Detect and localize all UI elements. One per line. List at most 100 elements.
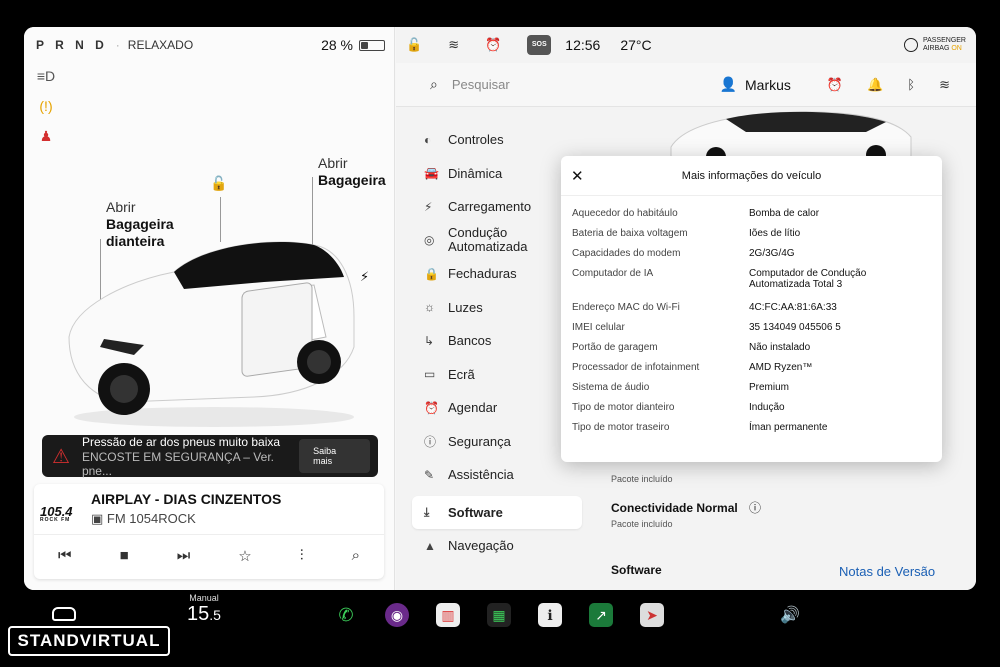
search-input[interactable]: Pesquisar bbox=[452, 77, 510, 92]
open-frunk-top: Abrir bbox=[106, 199, 136, 215]
info-row: Computador de IA Computador de Condução A… bbox=[572, 268, 929, 302]
open-trunk-top: Abrir bbox=[318, 155, 348, 171]
info-value: Íman permanente bbox=[749, 422, 828, 433]
car-controls-icon[interactable] bbox=[52, 607, 76, 621]
notification-bell-icon[interactable]: 🔔 bbox=[867, 77, 883, 93]
menu-item-label: Dinâmica bbox=[448, 165, 503, 181]
connectivity-label: Conectividade Normal bbox=[611, 501, 738, 515]
tire-pressure-warning-icon[interactable]: (!) bbox=[36, 97, 56, 115]
vehicle-info-table: Aquecedor do habitáulo Bomba de calor Bate… bbox=[572, 208, 929, 442]
header-alarm-icon[interactable]: ⏰ bbox=[827, 77, 843, 93]
lock-status-icon[interactable]: 🔓 bbox=[406, 37, 422, 53]
status-bar: 🔓 ≋ ⏰ SOS 12:56 27°C PASSENGER AIRBAG ON bbox=[396, 27, 976, 63]
vehicle-info-rows: Aquecedor do habitáulo Bomba de calor Bate… bbox=[572, 208, 929, 442]
media-title: AIRPLAY - DIAS CINZENTOS bbox=[91, 491, 282, 507]
package-included-1: Pacote incluído bbox=[611, 474, 673, 484]
user-profile[interactable]: 👤 Markus bbox=[720, 76, 791, 93]
download-icon: ⤓ bbox=[424, 504, 430, 519]
alarm-icon: ⏰ bbox=[424, 400, 439, 415]
menu-item-label: Fechaduras bbox=[448, 266, 517, 282]
volume-icon[interactable]: 🔊 bbox=[780, 605, 800, 625]
menu-item-label: Bancos bbox=[448, 333, 492, 349]
stocks-icon[interactable]: ↗ bbox=[589, 603, 613, 627]
menu-item-fechaduras[interactable]: 🔒 Fechaduras bbox=[412, 257, 582, 291]
sos-button[interactable]: SOS bbox=[527, 35, 552, 55]
menu-item-assist-ncia[interactable]: ✎ Assistência bbox=[412, 458, 582, 492]
info-key: Capacidades do modem bbox=[572, 248, 681, 259]
signal-icon[interactable]: ≋ bbox=[939, 77, 950, 93]
phone-icon[interactable]: ✆ bbox=[334, 603, 358, 627]
standvirtual-watermark: STANDVIRTUAL bbox=[8, 626, 170, 656]
info-row: Aquecedor do habitáulo Bomba de calor bbox=[572, 208, 929, 228]
menu-item-luzes[interactable]: ☼ Luzes bbox=[412, 291, 582, 325]
previous-track-icon[interactable]: ⏮ bbox=[58, 547, 72, 564]
stop-icon[interactable]: ■ bbox=[120, 547, 129, 564]
alarm-icon[interactable]: ⏰ bbox=[485, 37, 501, 53]
next-track-icon[interactable]: ⏭ bbox=[177, 547, 191, 564]
menu-item-carregamento[interactable]: ⚡ Carregamento bbox=[412, 190, 582, 224]
climate-display[interactable]: Manual 15.5 bbox=[187, 593, 221, 626]
separator-dot: · bbox=[115, 38, 120, 52]
menu-item-agendar[interactable]: ⏰ Agendar bbox=[412, 391, 582, 425]
menu-item-seguran-a[interactable]: ⓘ Segurança bbox=[412, 425, 582, 459]
menu-item-navega-o[interactable]: ▲ Navegação bbox=[412, 529, 582, 563]
menu-item-condu-o-automatizada[interactable]: ◎ Condução Automatizada bbox=[412, 224, 582, 258]
info-icon[interactable]: ⓘ bbox=[749, 501, 761, 515]
climate-value: 15.5 bbox=[187, 603, 221, 626]
search-icon[interactable]: ⌕ bbox=[430, 76, 438, 93]
indicator-icons: ≡D (!) ♟ bbox=[36, 67, 56, 145]
open-trunk-callout[interactable]: Abrir Bagageira bbox=[318, 155, 386, 189]
release-notes-link[interactable]: Notas de Versão bbox=[839, 564, 935, 579]
media-apps-icon[interactable]: ▦ bbox=[487, 603, 511, 627]
media-controls: ⏮ ■ ⏭ ☆ ⫶ ⌕ bbox=[34, 534, 384, 576]
dialog-title: Mais informações do veículo bbox=[681, 169, 822, 182]
alert-text: Pressão de ar dos pneus muito baixa ENCO… bbox=[82, 435, 299, 478]
close-icon[interactable]: ✕ bbox=[571, 167, 584, 185]
menu-item-bancos[interactable]: ↳ Bancos bbox=[412, 324, 582, 358]
info-row: Processador de infotainment AMD Ryzen™ bbox=[572, 362, 929, 382]
camera-icon[interactable]: ◉ bbox=[385, 603, 409, 627]
menu-item-software[interactable]: ⤓ Software bbox=[412, 495, 582, 529]
menu-item-label: Software bbox=[448, 504, 503, 520]
manual-icon[interactable]: ℹ bbox=[538, 603, 562, 627]
menu-item-label: Ecrã bbox=[448, 366, 475, 382]
unlock-icon[interactable]: 🔓 bbox=[210, 175, 227, 192]
learn-more-button[interactable]: Saiba mais bbox=[299, 439, 370, 473]
info-key: Aquecedor do habitáulo bbox=[572, 208, 678, 219]
seatbelt-warning-icon: ♟ bbox=[39, 128, 53, 144]
alert-title: Pressão de ar dos pneus muito baixa bbox=[81, 434, 281, 449]
gear-indicator[interactable]: P R N D bbox=[36, 38, 108, 52]
menu-item-din-mica[interactable]: 🚘 Dinâmica bbox=[412, 157, 582, 191]
info-key: Portão de garagem bbox=[572, 342, 658, 353]
media-station: ▣ FM 1054ROCK bbox=[91, 511, 196, 527]
warning-triangle-icon: ⚠ bbox=[52, 445, 70, 468]
menu-item-ecr-[interactable]: ▭ Ecrã bbox=[412, 358, 582, 392]
climate-mode-label: Manual bbox=[189, 593, 219, 603]
favorite-star-icon[interactable]: ☆ bbox=[238, 547, 251, 565]
drive-mode: RELAXADO bbox=[127, 38, 194, 52]
menu-item-controles[interactable]: ◐ Controles bbox=[412, 123, 582, 157]
steering-wheel-icon: ◎ bbox=[424, 233, 435, 248]
radio-icon: ▣ bbox=[91, 511, 107, 526]
bluetooth-icon[interactable]: ᛒ bbox=[907, 77, 915, 93]
menu-item-label: Controles bbox=[448, 132, 504, 148]
bolt-icon: ⚡ bbox=[424, 199, 433, 214]
car-status-bar: P R N D · RELAXADO 28 % bbox=[24, 27, 395, 63]
info-icon: ⓘ bbox=[424, 434, 437, 449]
battery-indicator: 28 % bbox=[321, 37, 385, 53]
station-logo: 105.4 ROCK FM bbox=[40, 504, 73, 523]
equalizer-icon[interactable]: ⫶ bbox=[300, 547, 304, 564]
menu-item-label: Carregamento bbox=[448, 199, 532, 215]
info-value: Premium bbox=[749, 382, 790, 393]
media-search-icon[interactable]: ⌕ bbox=[352, 547, 360, 564]
radio-app-icon[interactable]: ▥ bbox=[436, 603, 460, 627]
navigation-app-icon[interactable]: ➤ bbox=[640, 603, 664, 627]
passenger-airbag-status: PASSENGER AIRBAG ON bbox=[903, 37, 966, 53]
seat-icon: ↳ bbox=[424, 333, 435, 348]
tire-pressure-alert[interactable]: ⚠ Pressão de ar dos pneus muito baixa EN… bbox=[42, 435, 378, 478]
alert-subtitle: ENCOSTE EM SEGURANÇA – Ver. pne... bbox=[81, 449, 274, 478]
menu-item-label: Navegação bbox=[448, 538, 514, 554]
toggle-icon: ◐ bbox=[424, 132, 432, 147]
info-row: IMEI celular 35 134049 045506 5 bbox=[572, 322, 929, 342]
info-value: Iões de lítio bbox=[749, 228, 801, 239]
